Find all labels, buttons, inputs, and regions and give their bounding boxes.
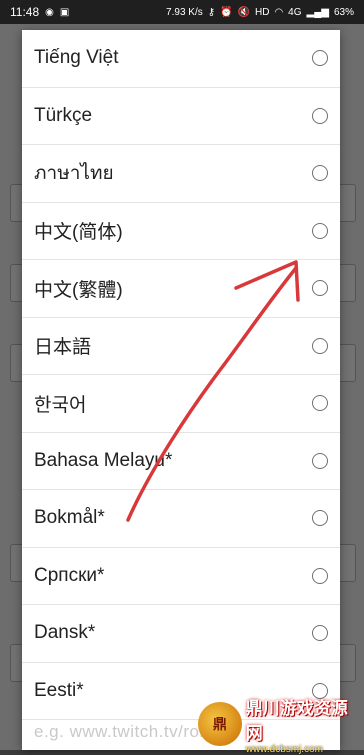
network-speed: 7.93 K/s	[166, 6, 203, 18]
mute-icon: 🔇	[237, 6, 250, 18]
signal-icon: ▂▄▆	[306, 6, 329, 18]
language-option-label: Bahasa Melayu*	[34, 449, 173, 471]
language-option[interactable]: 中文(简体)	[22, 203, 340, 260]
language-option[interactable]: Bahasa Melayu*	[22, 433, 340, 490]
watermark-url: www.dcbsmj.com	[245, 743, 323, 755]
language-option[interactable]: 日本語	[22, 318, 340, 375]
language-option-label: 中文(繁體)	[34, 279, 123, 301]
battery-level: 63%	[333, 6, 354, 18]
watermark-logo-icon: 鼎	[198, 702, 242, 746]
radio-button[interactable]	[312, 107, 328, 124]
language-option-label: 日本語	[34, 337, 92, 359]
language-option-label: 中文(简体)	[34, 222, 123, 244]
language-option-label: Tiếng Việt	[34, 47, 119, 69]
language-option[interactable]: Türkçe	[22, 88, 340, 145]
language-option-label: 한국어	[34, 394, 87, 416]
language-option[interactable]: ภาษาไทย	[22, 145, 340, 203]
status-time: 11:48	[10, 5, 40, 19]
language-option[interactable]: Dansk*	[22, 605, 340, 663]
language-option[interactable]: Српски*	[22, 548, 340, 605]
language-option[interactable]: Bokmål*	[22, 490, 340, 548]
language-option-label: Bokmål*	[34, 507, 105, 529]
language-option[interactable]: Tiếng Việt	[22, 30, 340, 88]
watermark-title: 鼎川游戏资源网	[245, 698, 348, 743]
language-option-label: ภาษาไทย	[34, 163, 114, 185]
hd-label: HD	[254, 6, 270, 18]
key-icon: ⚷	[207, 6, 216, 18]
wifi-icon: ◠	[274, 6, 284, 18]
radio-button[interactable]	[312, 50, 328, 67]
image-icon: ▣	[59, 6, 70, 18]
language-option-label: Српски*	[34, 564, 105, 586]
radio-button[interactable]	[312, 452, 328, 469]
site-watermark: 鼎 鼎川游戏资源网 www.dcbsmj.com	[198, 698, 364, 755]
radio-button[interactable]	[312, 395, 328, 412]
radio-button[interactable]	[312, 567, 328, 584]
language-option[interactable]: 中文(繁體)	[22, 260, 340, 318]
radio-button[interactable]	[312, 337, 328, 354]
language-dialog: Tiếng Việt Türkçe ภาษาไทย 中文(简体) 中文(繁體) …	[22, 30, 340, 750]
language-option-label: Türkçe	[34, 104, 93, 126]
messenger-icon: ◉	[45, 6, 54, 18]
language-option-label: Eesti*	[34, 679, 84, 701]
language-option-label: Dansk*	[34, 622, 96, 644]
status-bar: 11:48 ◉ ▣ 7.93 K/s ⚷ ⏰ 🔇 HD ◠ 4G ▂▄▆ 63%	[0, 0, 364, 24]
radio-button[interactable]	[312, 510, 328, 527]
radio-button[interactable]	[312, 165, 328, 182]
radio-button[interactable]	[312, 625, 328, 642]
background-url-hint: e.g. www.twitch.tv/rob	[34, 722, 210, 741]
alarm-icon: ⏰	[220, 6, 233, 18]
radio-button[interactable]	[312, 280, 328, 297]
radio-button[interactable]	[312, 222, 328, 239]
language-option[interactable]: 한국어	[22, 375, 340, 433]
network-type: 4G	[288, 6, 302, 18]
